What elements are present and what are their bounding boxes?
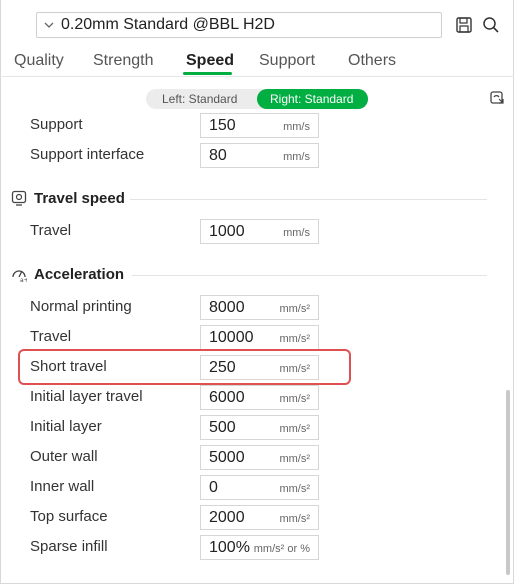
sparse-infill-accel-input[interactable]: 100% mm/s² or % <box>200 535 319 560</box>
svg-text:a+: a+ <box>20 277 27 282</box>
outer-wall-accel-input[interactable]: 5000 mm/s² <box>200 445 319 470</box>
row-label-initial-layer-travel: Initial layer travel <box>30 388 143 405</box>
row-label-outer-wall: Outer wall <box>30 448 98 465</box>
travel-speed-input[interactable]: 1000 mm/s <box>200 219 319 244</box>
field-value: 10000 <box>209 329 254 346</box>
normal-printing-accel-input[interactable]: 8000 mm/s² <box>200 295 319 320</box>
field-unit: mm/s² <box>279 333 310 345</box>
toggle-right-label: Right: Standard <box>270 92 354 106</box>
field-unit: mm/s² <box>279 453 310 465</box>
row-label-inner-wall: Inner wall <box>30 478 95 495</box>
row-label-normal-printing: Normal printing <box>30 298 132 315</box>
field-value: 100% <box>209 539 250 556</box>
field-value: 2000 <box>209 509 245 526</box>
field-value: 150 <box>209 117 236 134</box>
acceleration-icon: a+ <box>12 270 27 282</box>
field-value: 500 <box>209 419 236 436</box>
field-value: 0 <box>209 479 218 496</box>
section-divider <box>130 199 487 200</box>
field-value: 1000 <box>209 223 245 240</box>
row-label-support-interface: Support interface <box>30 146 145 163</box>
active-tab-indicator <box>183 72 232 75</box>
tab-support[interactable]: Support <box>259 52 315 70</box>
inner-wall-accel-input[interactable]: 0 mm/s² <box>200 475 319 500</box>
save-icon[interactable] <box>455 16 473 34</box>
toggle-left-label[interactable]: Left: Standard <box>162 92 237 106</box>
row-label-sparse-infill: Sparse infill <box>30 538 108 555</box>
extruder-toggle[interactable]: Left: Standard Right: Standard <box>146 89 368 109</box>
toggle-right-option[interactable]: Right: Standard <box>257 89 368 109</box>
field-value: 80 <box>209 147 227 164</box>
chevron-down-icon <box>44 22 54 28</box>
field-unit: mm/s² or % <box>253 543 310 555</box>
travel-accel-input[interactable]: 10000 mm/s² <box>200 325 319 350</box>
section-divider <box>132 275 487 276</box>
travel-speed-icon <box>11 190 27 206</box>
support-interface-speed-input[interactable]: 80 mm/s <box>200 143 319 168</box>
preset-name: 0.20mm Standard @BBL H2D <box>61 16 275 33</box>
tab-speed[interactable]: Speed <box>186 52 234 70</box>
field-unit: mm/s² <box>279 423 310 435</box>
tab-strength[interactable]: Strength <box>93 52 153 70</box>
row-label-top-surface: Top surface <box>30 508 108 525</box>
field-value: 8000 <box>209 299 245 316</box>
field-value: 5000 <box>209 449 245 466</box>
preset-dropdown[interactable]: 0.20mm Standard @BBL H2D <box>36 12 442 38</box>
search-icon[interactable] <box>482 16 500 34</box>
initial-layer-travel-accel-input[interactable]: 6000 mm/s² <box>200 385 319 410</box>
row-label-support: Support <box>30 116 83 133</box>
tabs-divider <box>0 76 514 77</box>
top-surface-accel-input[interactable]: 2000 mm/s² <box>200 505 319 530</box>
support-speed-input[interactable]: 150 mm/s <box>200 113 319 138</box>
field-unit: mm/s² <box>279 483 310 495</box>
tab-others[interactable]: Others <box>348 52 396 70</box>
row-label-initial-layer: Initial layer <box>30 418 102 435</box>
field-unit: mm/s <box>283 227 310 239</box>
field-unit: mm/s² <box>279 303 310 315</box>
sync-icon[interactable] <box>489 90 507 108</box>
row-label-travel-accel: Travel <box>30 328 72 345</box>
section-title-acceleration: Acceleration <box>34 266 125 283</box>
initial-layer-accel-input[interactable]: 500 mm/s² <box>200 415 319 440</box>
field-unit: mm/s <box>283 121 310 133</box>
field-value: 6000 <box>209 389 245 406</box>
scrollbar-thumb[interactable] <box>506 390 510 575</box>
highlight-box <box>18 349 351 385</box>
tab-quality[interactable]: Quality <box>14 52 64 70</box>
field-unit: mm/s <box>283 151 310 163</box>
field-unit: mm/s² <box>279 513 310 525</box>
section-title-travel-speed: Travel speed <box>34 190 125 207</box>
field-unit: mm/s² <box>279 393 310 405</box>
row-label-travel: Travel <box>30 222 72 239</box>
